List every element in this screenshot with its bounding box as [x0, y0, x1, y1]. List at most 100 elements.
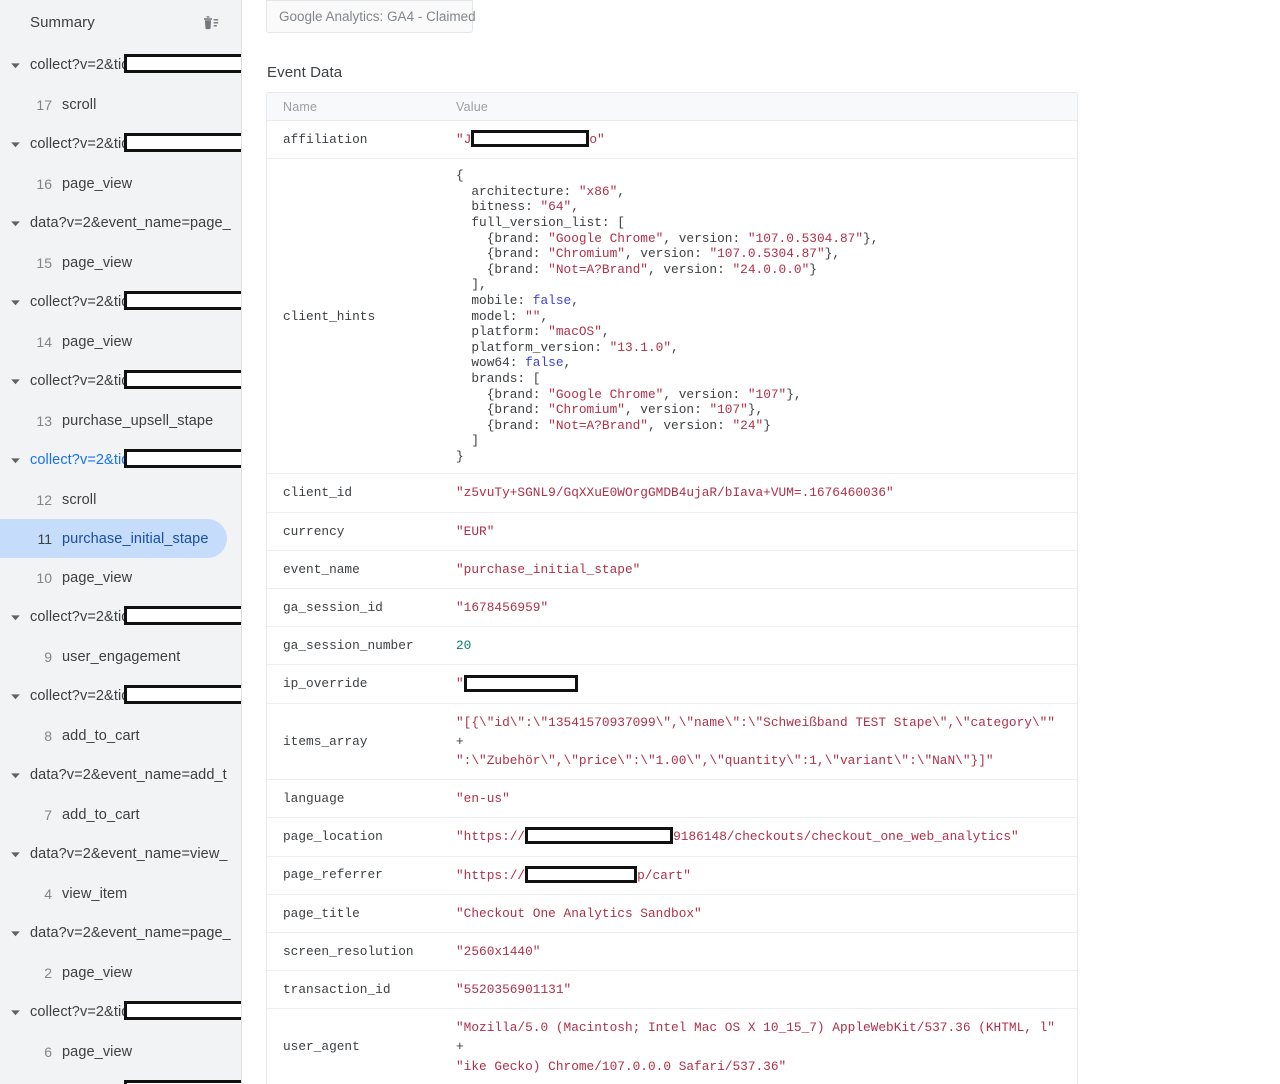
json-token: ,	[671, 339, 679, 355]
param-value-cell: "[{\"id\":\"13541570937099\",\"name\":\"…	[456, 704, 1077, 780]
json-token: model:	[456, 308, 526, 324]
event-list-item[interactable]: 17 scroll	[0, 85, 227, 124]
event-list-item-selected[interactable]: 11 purchase_initial_stape	[0, 519, 227, 558]
json-token: ,	[601, 324, 610, 340]
chevron-down-icon[interactable]	[6, 687, 24, 705]
redacted-value: "	[456, 674, 578, 693]
column-header-value: Value	[456, 99, 489, 114]
event-list-item[interactable]: 14 page_view	[0, 322, 227, 361]
request-group-label: collect?v=2&tid=	[30, 452, 138, 468]
chevron-down-icon[interactable]	[6, 845, 24, 863]
table-row: screen_resolution "2560x1440"	[267, 933, 1077, 972]
json-token: "Google Chrome"	[548, 386, 664, 402]
tag-card-ga4[interactable]: Google Analytics: GA4 - Claimed	[266, 0, 476, 33]
request-group-label: data?v=2&event_name=view_	[30, 846, 228, 862]
chevron-down-icon[interactable]	[6, 608, 24, 626]
request-group-label: data?v=2&event_name=page_	[30, 925, 231, 941]
json-token: , version:	[663, 386, 748, 402]
redaction-bar	[463, 674, 578, 692]
json-line: {brand: "Not=A?Brand", version: "24"}	[456, 418, 1063, 434]
chevron-down-icon[interactable]	[6, 56, 24, 74]
column-header-name: Name	[283, 99, 318, 114]
string-value: "1678456959"	[456, 600, 549, 616]
request-group-header[interactable]: collect?v=2&tid=	[0, 282, 241, 322]
param-name-cell: transaction_id	[283, 982, 391, 998]
string-value: "EUR"	[456, 523, 495, 539]
event-list-item[interactable]: 2 page_view	[0, 953, 227, 992]
chevron-down-icon[interactable]	[6, 766, 24, 784]
event-list-item[interactable]: 8 add_to_cart	[0, 716, 227, 755]
chevron-down-icon[interactable]	[6, 214, 24, 232]
request-group-header[interactable]: collect?v=2&tid=	[0, 597, 241, 637]
event-list-item[interactable]: 6 page_view	[0, 1032, 227, 1071]
event-detail-panel: Google Analytics: GA4 - Claimed Event Da…	[242, 0, 1280, 1084]
request-group-header[interactable]: collect?v=2&tid=	[0, 124, 241, 164]
param-value-cell: "5520356901131"	[456, 971, 1077, 1008]
table-row: items_array "[{\"id\":\"13541570937099\",…	[267, 704, 1077, 781]
string-value: "purchase_initial_stape"	[456, 561, 641, 577]
json-token: "Not=A?Brand"	[548, 417, 648, 433]
chevron-down-icon[interactable]	[6, 293, 24, 311]
event-index: 6	[44, 1043, 52, 1060]
request-group-header[interactable]: collect?v=2&tid=	[0, 1071, 241, 1084]
event-list-item[interactable]: 4 view_item	[0, 874, 227, 913]
trash-list-icon[interactable]	[199, 11, 223, 35]
redaction-bar	[124, 133, 241, 152]
json-token: ,	[540, 308, 549, 324]
request-group-header[interactable]: collect?v=2&tid=	[0, 440, 241, 480]
chevron-down-icon[interactable]	[6, 135, 24, 153]
redaction-bar	[124, 1080, 241, 1084]
request-group-header[interactable]: collect?v=2&tid=	[0, 45, 241, 85]
request-group-header[interactable]: collect?v=2&tid=	[0, 992, 241, 1032]
request-group-header[interactable]: collect?v=2&tid=	[0, 361, 241, 401]
param-value-cell: "https:// 9186148/checkouts/checkout_one_…	[456, 818, 1077, 855]
request-group-label: collect?v=2&tid=	[30, 57, 138, 73]
event-list-item[interactable]: 7 add_to_cart	[0, 795, 227, 834]
chevron-down-icon[interactable]	[6, 372, 24, 390]
json-line: full_version_list: [	[456, 215, 1063, 231]
param-value-cell: "https:// p/cart"	[456, 857, 1077, 894]
chevron-down-icon[interactable]	[6, 1003, 24, 1021]
param-name-cell: screen_resolution	[283, 943, 414, 959]
event-list-item[interactable]: 9 user_engagement	[0, 637, 227, 676]
event-list-item[interactable]: 15 page_view	[0, 243, 227, 282]
json-token: {brand:	[456, 386, 549, 402]
event-index: 8	[44, 727, 52, 744]
request-group-header[interactable]: collect?v=2&tid=	[0, 676, 241, 716]
json-line: {brand: "Google Chrome", version: "107"}…	[456, 387, 1063, 403]
event-index: 4	[44, 885, 52, 902]
event-index: 9	[44, 648, 52, 665]
request-group: collect?v=2&tid= 12 scroll 11 purchase_initi…	[0, 440, 241, 597]
chevron-down-icon[interactable]	[6, 924, 24, 942]
param-name-cell: event_name	[283, 561, 360, 577]
event-list-item[interactable]: 13 purchase_upsell_stape	[0, 401, 227, 440]
value-line-1-text: "Mozilla/5.0 (Macintosh; Intel Mac OS X …	[456, 1020, 1055, 1036]
json-token: {brand:	[456, 402, 549, 418]
json-token: "Chromium"	[548, 402, 625, 418]
redaction-bar	[124, 685, 241, 704]
value-prefix: "https://	[456, 867, 526, 883]
json-token: wow64:	[456, 355, 526, 371]
param-name-cell: ga_session_id	[283, 599, 383, 615]
json-token: full_version_list: [	[456, 214, 625, 230]
event-list-item[interactable]: 10 page_view	[0, 558, 227, 597]
json-line: {	[456, 168, 1063, 184]
request-group-header[interactable]: data?v=2&event_name=page_	[0, 203, 241, 243]
numeric-value: 20	[456, 638, 472, 654]
chevron-down-icon[interactable]	[6, 451, 24, 469]
request-group-header[interactable]: data?v=2&event_name=view_	[0, 834, 241, 874]
event-data-table: Name Value affiliation "J o" client_hints { …	[266, 92, 1078, 1084]
value-line-1: "[{\"id\":\"13541570937099\",\"name\":\"…	[456, 713, 1063, 751]
request-group-header[interactable]: data?v=2&event_name=page_	[0, 913, 241, 953]
value-prefix: "https://	[456, 829, 526, 845]
event-index: 7	[44, 806, 52, 823]
json-token: },	[824, 246, 840, 262]
value-line-2: ":\"Zubehör\",\"price\":\"1.00\",\"quant…	[456, 752, 994, 768]
table-row: page_location "https:// 9186148/checkouts/…	[267, 818, 1077, 857]
event-name-label: purchase_upsell_stape	[62, 412, 214, 429]
event-list-item[interactable]: 16 page_view	[0, 164, 227, 203]
redaction-bar	[525, 865, 638, 883]
json-token: "24.0.0.0"	[732, 261, 810, 277]
event-list-item[interactable]: 12 scroll	[0, 480, 227, 519]
request-group-header[interactable]: data?v=2&event_name=add_t	[0, 755, 241, 795]
